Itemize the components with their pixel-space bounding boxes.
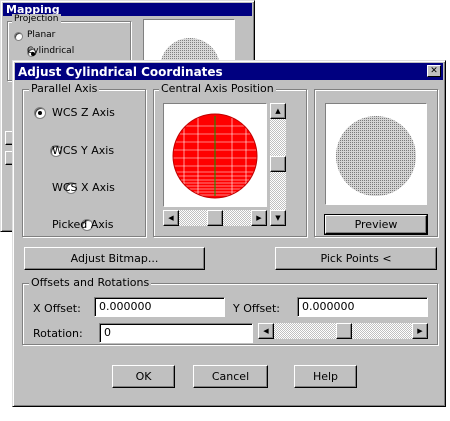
rotation-thumb[interactable]: [336, 323, 352, 339]
sphere-gray-preview: [336, 116, 416, 196]
wcs-z-radio[interactable]: [34, 107, 46, 119]
close-icon: ✕: [430, 66, 438, 76]
offsets-group-title: Offsets and Rotations: [29, 276, 152, 289]
central-axis-hscroll[interactable]: ◀ ▶: [163, 210, 267, 226]
close-button[interactable]: ✕: [427, 65, 441, 77]
preview-button-label: Preview: [354, 218, 398, 231]
help-label: Help: [312, 370, 339, 383]
y-offset-input[interactable]: 0.000000: [297, 297, 428, 317]
vscroll-thumb[interactable]: [270, 156, 286, 172]
dialog-title: Adjust Cylindrical Coordinates: [18, 64, 223, 79]
parallel-axis-group-title: Parallel Axis: [29, 82, 100, 95]
rotation-slider[interactable]: ◀ ▶: [258, 323, 428, 339]
scroll-down-icon[interactable]: ▼: [270, 210, 286, 226]
scroll-up-icon[interactable]: ▲: [270, 103, 286, 119]
wcs-x-label[interactable]: WCS X Axis: [52, 181, 115, 194]
x-offset-label: X Offset:: [33, 302, 81, 315]
dialog-title-bar: Adjust Cylindrical Coordinates: [15, 63, 443, 80]
central-axis-vscroll[interactable]: ▲ ▼: [270, 103, 286, 226]
scroll-left-icon[interactable]: ◀: [163, 210, 179, 226]
planar-label: Planar: [27, 30, 56, 40]
adjust-bitmap-label: Adjust Bitmap...: [70, 252, 159, 265]
help-button[interactable]: Help: [294, 365, 357, 388]
x-offset-input[interactable]: 0.000000: [94, 297, 225, 317]
projection-group-title: Projection: [12, 14, 61, 24]
central-axis-group-title: Central Axis Position: [159, 82, 276, 95]
rotation-left-icon[interactable]: ◀: [258, 323, 274, 339]
wcs-z-label[interactable]: WCS Z Axis: [52, 106, 115, 119]
hscroll-thumb[interactable]: [207, 210, 223, 226]
wcs-y-label[interactable]: WCS Y Axis: [52, 144, 114, 157]
sphere-red-preview: [172, 113, 258, 199]
preview-frame: [325, 103, 427, 205]
rotation-right-icon[interactable]: ▶: [412, 323, 428, 339]
cylindrical-label: Cylindrical: [27, 46, 75, 56]
central-axis-view[interactable]: [163, 103, 267, 207]
preview-button[interactable]: Preview: [324, 214, 428, 235]
pick-points-label: Pick Points <: [320, 252, 392, 265]
adjust-bitmap-button[interactable]: Adjust Bitmap...: [24, 247, 205, 270]
pick-points-button[interactable]: Pick Points <: [275, 247, 437, 270]
y-offset-label: Y Offset:: [233, 302, 280, 315]
scroll-right-icon[interactable]: ▶: [251, 210, 267, 226]
adjust-cylindrical-dialog: Adjust Cylindrical Coordinates ✕ Paralle…: [12, 60, 446, 407]
planar-radio[interactable]: [14, 32, 23, 41]
ok-label: OK: [135, 370, 152, 383]
rotation-label: Rotation:: [33, 327, 83, 340]
cancel-label: Cancel: [211, 370, 250, 383]
ok-button[interactable]: OK: [112, 365, 175, 388]
rotation-input[interactable]: 0: [99, 323, 253, 343]
cancel-button[interactable]: Cancel: [193, 365, 268, 388]
picked-axis-label[interactable]: Picked Axis: [52, 218, 114, 231]
